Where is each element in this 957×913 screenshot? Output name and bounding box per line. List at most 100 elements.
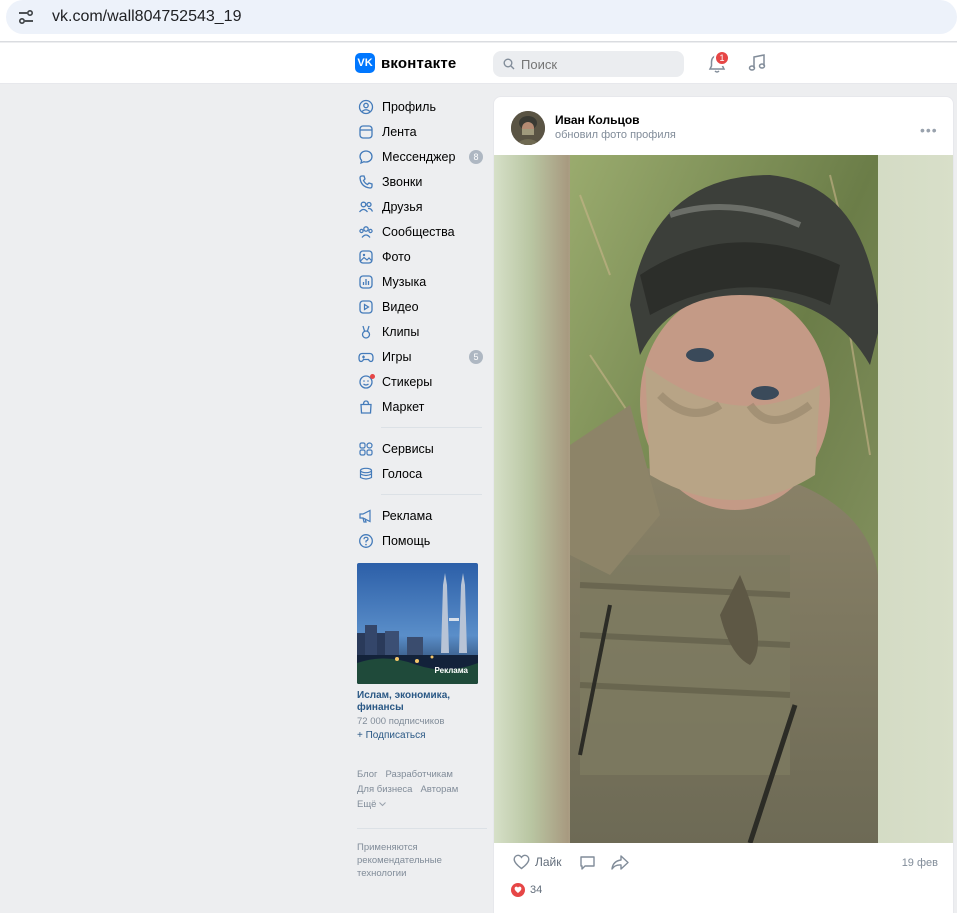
nav-item-messenger[interactable]: Мессенджер 8 bbox=[355, 144, 485, 169]
nav-label: Видео bbox=[382, 299, 419, 314]
ad-label: Реклама bbox=[434, 666, 468, 675]
like-button[interactable]: Лайк bbox=[535, 855, 562, 869]
nav-label: Музыка bbox=[382, 274, 427, 289]
video-icon bbox=[359, 299, 373, 314]
nav-label: Клипы bbox=[382, 324, 420, 339]
nav-label: Мессенджер bbox=[382, 149, 456, 164]
ad-image[interactable]: Реклама bbox=[357, 563, 478, 684]
share-icon[interactable] bbox=[611, 854, 629, 871]
browser-address-bar: vk.com/wall804752543_19 bbox=[0, 0, 957, 42]
photo-icon bbox=[359, 249, 373, 264]
ad-block[interactable]: Реклама Ислам, экономика, финансы 72 000… bbox=[357, 563, 479, 741]
post-date[interactable]: 19 фев bbox=[902, 857, 938, 869]
nav-label: Стикеры bbox=[382, 374, 433, 389]
nav-label: Фото bbox=[382, 249, 411, 264]
games-count-badge: 5 bbox=[469, 350, 483, 364]
nav-divider bbox=[381, 427, 482, 428]
vk-logo-icon: VK bbox=[355, 53, 375, 73]
footer-link-business[interactable]: Для бизнеса bbox=[357, 784, 412, 795]
nav-item-votes[interactable]: Голоса bbox=[355, 461, 485, 486]
profile-icon bbox=[358, 99, 374, 114]
chevron-down-icon bbox=[379, 802, 387, 807]
url-text[interactable]: vk.com/wall804752543_19 bbox=[52, 8, 241, 26]
nav-label: Маркет bbox=[382, 399, 425, 414]
help-icon bbox=[359, 533, 373, 548]
left-nav: Профиль Лента Мессенджер 8 Звонки Друзья… bbox=[355, 94, 485, 553]
vk-logo[interactable]: VK вконтакте bbox=[355, 53, 456, 73]
music-icon bbox=[359, 274, 373, 289]
footer-link-developers[interactable]: Разработчикам bbox=[386, 769, 453, 780]
ad-subscribers: 72 000 подписчиков bbox=[357, 716, 445, 727]
footer-divider bbox=[357, 828, 487, 829]
nav-item-services[interactable]: Сервисы bbox=[355, 436, 485, 461]
communities-icon bbox=[359, 225, 373, 238]
feed-icon bbox=[359, 124, 373, 139]
search-box[interactable] bbox=[493, 51, 684, 77]
post-action-text: обновил фото профиля bbox=[555, 129, 676, 141]
messenger-count-badge: 8 bbox=[469, 150, 483, 164]
votes-icon bbox=[359, 467, 373, 480]
subscribe-link[interactable]: + Подписаться bbox=[357, 730, 479, 741]
author-name[interactable]: Иван Кольцов bbox=[555, 113, 640, 127]
messenger-icon bbox=[359, 149, 373, 164]
heart-icon[interactable] bbox=[513, 854, 530, 870]
nav-item-clips[interactable]: Клипы bbox=[355, 319, 485, 344]
nav-label: Голоса bbox=[382, 466, 423, 481]
site-settings-icon[interactable] bbox=[12, 3, 40, 31]
post-photo[interactable] bbox=[494, 155, 953, 843]
nav-item-help[interactable]: Помощь bbox=[355, 528, 485, 553]
post-actions-bar: Лайк 19 фев bbox=[494, 843, 953, 883]
nav-label: Игры bbox=[382, 349, 412, 364]
footer-more[interactable]: Ещё bbox=[357, 797, 487, 812]
nav-item-profile[interactable]: Профиль bbox=[355, 94, 485, 119]
wall-post: Иван Кольцов обновил фото профиля ••• Ла… bbox=[493, 96, 954, 913]
phone-icon bbox=[359, 174, 373, 189]
nav-item-stickers[interactable]: Стикеры bbox=[355, 369, 485, 394]
clips-icon bbox=[361, 325, 371, 339]
games-icon bbox=[358, 352, 374, 362]
services-icon bbox=[359, 441, 373, 456]
nav-item-communities[interactable]: Сообщества bbox=[355, 219, 485, 244]
reaction-count: 34 bbox=[530, 884, 543, 896]
nav-item-feed[interactable]: Лента bbox=[355, 119, 485, 144]
nav-label: Сообщества bbox=[382, 224, 455, 239]
friends-icon bbox=[358, 201, 374, 212]
notification-badge: 1 bbox=[714, 50, 730, 66]
footer-link-authors[interactable]: Авторам bbox=[420, 784, 458, 795]
nav-item-ads[interactable]: Реклама bbox=[355, 503, 485, 528]
music-player-icon[interactable] bbox=[746, 52, 768, 74]
more-options-icon[interactable]: ••• bbox=[920, 122, 938, 138]
photo-image bbox=[570, 155, 878, 843]
footer-links: Блог Разработчикам Для бизнеса Авторам Ещё bbox=[357, 767, 487, 812]
stickers-new-dot bbox=[370, 374, 375, 379]
search-input[interactable] bbox=[521, 56, 671, 72]
address-pill[interactable]: vk.com/wall804752543_19 bbox=[6, 0, 957, 34]
search-icon bbox=[503, 58, 515, 70]
nav-item-friends[interactable]: Друзья bbox=[355, 194, 485, 219]
author-avatar[interactable] bbox=[511, 111, 545, 145]
logo-text: вконтакте bbox=[381, 54, 457, 72]
nav-item-photos[interactable]: Фото bbox=[355, 244, 485, 269]
nav-item-video[interactable]: Видео bbox=[355, 294, 485, 319]
nav-divider bbox=[381, 494, 482, 495]
recommendation-note[interactable]: Применяются рекомендательные технологии bbox=[357, 841, 477, 880]
footer-more-label: Ещё bbox=[357, 799, 377, 810]
footer-link-blog[interactable]: Блог bbox=[357, 769, 378, 780]
nav-item-games[interactable]: Игры 5 bbox=[355, 344, 485, 369]
nav-label: Реклама bbox=[382, 508, 433, 523]
site-header: VK вконтакте bbox=[0, 43, 957, 84]
megaphone-icon bbox=[359, 509, 371, 523]
ad-title[interactable]: Ислам, экономика, финансы bbox=[357, 690, 479, 714]
reactions-summary[interactable]: 34 bbox=[511, 883, 542, 897]
nav-label: Друзья bbox=[382, 199, 423, 214]
nav-item-market[interactable]: Маркет bbox=[355, 394, 485, 419]
nav-label: Сервисы bbox=[382, 441, 434, 456]
nav-item-calls[interactable]: Звонки bbox=[355, 169, 485, 194]
nav-item-music[interactable]: Музыка bbox=[355, 269, 485, 294]
market-icon bbox=[360, 399, 372, 414]
nav-label: Профиль bbox=[382, 99, 436, 114]
comment-icon[interactable] bbox=[579, 854, 596, 871]
nav-label: Помощь bbox=[382, 533, 431, 548]
heart-reaction-icon bbox=[511, 883, 525, 897]
nav-label: Звонки bbox=[382, 174, 423, 189]
